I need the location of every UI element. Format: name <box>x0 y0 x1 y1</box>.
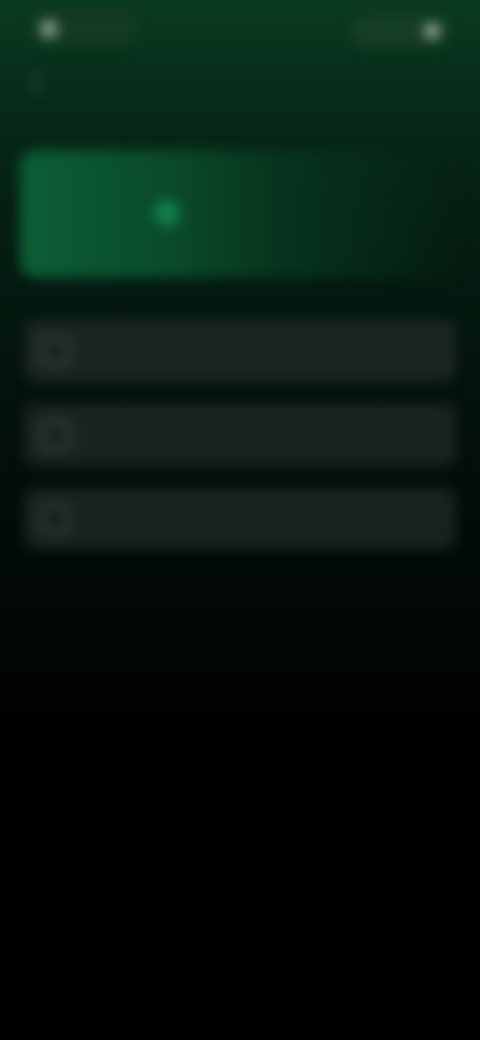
status-pill[interactable] <box>350 16 450 46</box>
square-icon <box>40 504 70 534</box>
square-icon <box>40 420 70 450</box>
back-arrow-icon[interactable] <box>30 70 54 94</box>
list-item[interactable] <box>24 488 456 550</box>
list-item[interactable] <box>24 320 456 382</box>
badge-circle-icon <box>154 200 180 226</box>
app-screen <box>0 0 480 1040</box>
hero-card[interactable] <box>20 150 460 278</box>
square-icon <box>40 336 70 366</box>
app-logo-icon <box>40 20 58 38</box>
list-item[interactable] <box>24 404 456 466</box>
status-dot-icon <box>424 23 440 39</box>
app-switcher-pill[interactable] <box>30 12 140 46</box>
blurred-content <box>0 0 480 1040</box>
hero-badge <box>154 200 190 226</box>
